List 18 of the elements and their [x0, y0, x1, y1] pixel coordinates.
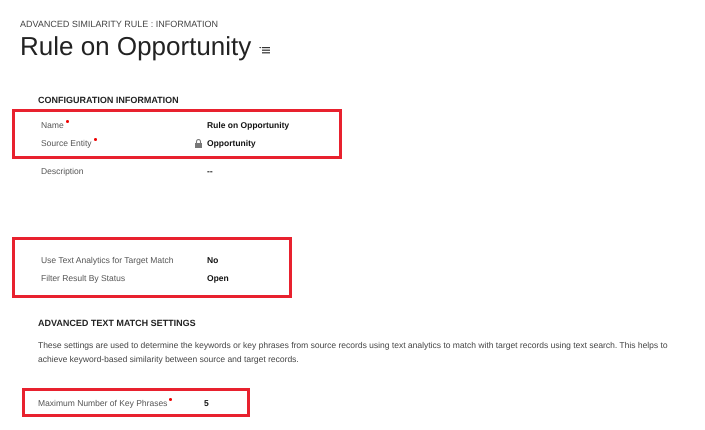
- section-heading: CONFIGURATION INFORMATION: [37, 95, 180, 105]
- section-heading: ADVANCED TEXT MATCH SETTINGS: [37, 318, 197, 328]
- field-value: --: [207, 166, 213, 176]
- field-label: Use Text Analytics for Target Match: [41, 255, 174, 265]
- field-label: Maximum Number of Key Phrases: [38, 398, 168, 408]
- field-value: Rule on Opportunity: [207, 120, 290, 130]
- field-value: Open: [207, 273, 229, 283]
- field-value: 5: [204, 398, 209, 408]
- field-label: Name: [41, 120, 64, 130]
- field-label: Filter Result By Status: [41, 273, 126, 283]
- field-value: No: [207, 255, 218, 265]
- breadcrumb: ADVANCED SIMILARITY RULE : INFORMATION: [20, 19, 220, 29]
- page-title: Rule on Opportunity: [20, 31, 252, 61]
- field-label: Description: [41, 166, 84, 176]
- menu-icon[interactable]: [259, 46, 270, 54]
- field-label: Source Entity: [41, 138, 92, 148]
- field-value: Opportunity: [207, 138, 256, 148]
- section-description: These settings are used to determine the keywords or key phrases from source records using text analytics to match with target records using text search. This helps to achieve keyword-based similarity between source and target records.: [38, 339, 669, 366]
